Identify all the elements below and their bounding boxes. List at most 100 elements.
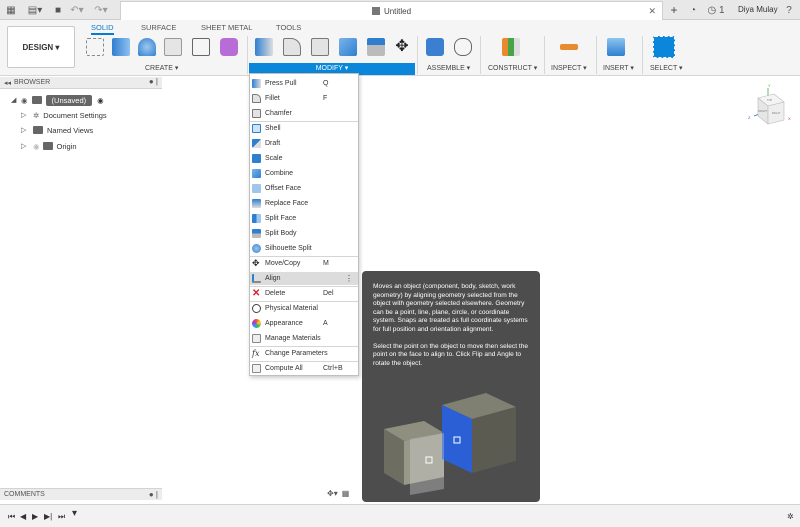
go-to-start-icon[interactable]: ⏮ bbox=[8, 512, 15, 522]
expand-triangle-icon[interactable]: ▷ bbox=[21, 126, 31, 134]
menu-item-scale[interactable]: Scale bbox=[250, 152, 358, 165]
user-name[interactable]: Diya Mulay bbox=[738, 5, 778, 14]
comments-panel-header[interactable]: COMMENTS ● | bbox=[0, 488, 162, 500]
group-create[interactable]: CREATE ▾ bbox=[145, 64, 178, 72]
tab-sheet-metal[interactable]: SHEET METAL bbox=[201, 23, 252, 32]
press-pull-icon[interactable] bbox=[255, 38, 273, 56]
new-tab-icon[interactable]: + bbox=[668, 3, 680, 17]
offset-plane-icon[interactable] bbox=[502, 38, 520, 56]
notifications-icon[interactable]: ◷ 1 bbox=[706, 3, 726, 17]
cube-front-label: FRONT bbox=[758, 109, 767, 113]
menu-item-change-parameters[interactable]: fx Change Parameters bbox=[250, 347, 358, 360]
menu-item-delete[interactable]: ✕ Delete Del bbox=[250, 287, 358, 300]
browser-item-origin[interactable]: ▷ ◉ Origin bbox=[21, 140, 77, 152]
menu-item-manage-materials[interactable]: Manage Materials bbox=[250, 332, 358, 345]
split-body-icon[interactable] bbox=[367, 38, 385, 56]
axis-y-label: Y bbox=[768, 83, 771, 88]
expand-triangle-icon[interactable]: ▷ bbox=[21, 142, 31, 150]
chamfer-icon[interactable] bbox=[311, 38, 329, 56]
compute-all-icon bbox=[252, 364, 261, 373]
select-icon[interactable] bbox=[653, 36, 675, 58]
insert-image-icon[interactable] bbox=[607, 38, 625, 56]
visibility-eye-icon[interactable]: ◉ bbox=[21, 96, 28, 105]
step-back-icon[interactable]: ◀ bbox=[20, 512, 26, 521]
browser-item-named-views[interactable]: ▷ Named Views bbox=[21, 124, 93, 136]
file-menu-icon[interactable]: ▤▾ bbox=[28, 3, 42, 17]
document-tab[interactable]: Untitled ✕ bbox=[120, 1, 663, 20]
close-tab-icon[interactable]: ✕ bbox=[648, 6, 656, 17]
browser-header[interactable]: ◂◂ BROWSER ● | bbox=[0, 77, 162, 89]
offset-face-icon bbox=[252, 184, 261, 193]
job-status-icon[interactable]: ◔ bbox=[687, 3, 699, 17]
create-form-icon[interactable] bbox=[220, 38, 238, 56]
menu-item-silhouette-split[interactable]: Silhouette Split bbox=[250, 242, 358, 255]
tooltip-description: Moves an object (component, body, sketch… bbox=[373, 283, 528, 333]
silhouette-split-icon bbox=[252, 244, 261, 253]
timeline-settings-gear-icon[interactable]: ✲ bbox=[787, 512, 794, 521]
browser-item-label: Origin bbox=[56, 141, 77, 151]
browser-options-icon[interactable]: ● | bbox=[149, 77, 158, 86]
menu-item-replace-face[interactable]: Replace Face bbox=[250, 197, 358, 210]
help-icon[interactable]: ? bbox=[783, 3, 795, 17]
step-forward-icon[interactable]: ▶| bbox=[44, 512, 52, 521]
collapse-icon[interactable]: ◂◂ bbox=[4, 79, 11, 87]
go-to-end-icon[interactable]: ⏭ bbox=[58, 512, 65, 522]
revolve-icon[interactable] bbox=[138, 38, 156, 56]
play-icon[interactable]: ▶ bbox=[32, 512, 38, 521]
menu-item-draft[interactable]: Draft bbox=[250, 137, 358, 150]
timeline-marker-icon[interactable]: ▾ bbox=[72, 508, 77, 519]
workspace-switcher[interactable]: DESIGN ▾ bbox=[7, 26, 75, 68]
menu-item-split-face[interactable]: Split Face bbox=[250, 212, 358, 225]
cube-right-label: RIGHT bbox=[772, 111, 780, 115]
group-construct[interactable]: CONSTRUCT ▾ bbox=[488, 64, 537, 72]
tab-solid[interactable]: SOLID bbox=[91, 23, 114, 35]
browser-root[interactable]: ◢ ◉ (Unsaved) ◉ bbox=[11, 94, 104, 106]
combine-icon[interactable] bbox=[339, 38, 357, 56]
comments-options-icon[interactable]: ● | bbox=[149, 490, 158, 499]
more-options-icon[interactable]: ⋮ bbox=[345, 274, 353, 283]
browser-item-document-settings[interactable]: ▷ ✲ Document Settings bbox=[21, 109, 107, 121]
menu-item-split-body[interactable]: Split Body bbox=[250, 227, 358, 240]
joint-icon[interactable] bbox=[454, 38, 472, 56]
undo-icon[interactable]: ↶▾ bbox=[70, 3, 84, 17]
menu-item-shell[interactable]: Shell bbox=[250, 122, 358, 135]
visibility-eye-icon[interactable]: ◉ bbox=[33, 142, 40, 151]
fillet-icon[interactable] bbox=[283, 38, 301, 56]
menu-item-physical-material[interactable]: Physical Material bbox=[250, 302, 358, 315]
expand-triangle-icon[interactable]: ▷ bbox=[21, 111, 31, 119]
tab-tools[interactable]: TOOLS bbox=[276, 23, 301, 32]
orbit-icon[interactable]: ✥▾ bbox=[327, 489, 338, 498]
save-icon[interactable]: ■ bbox=[52, 3, 64, 17]
view-options-icon[interactable]: ▦ bbox=[342, 489, 350, 498]
menu-item-compute-all[interactable]: Compute All Ctrl+B bbox=[250, 362, 358, 375]
menu-item-move-copy[interactable]: ✥ Move/Copy M bbox=[250, 257, 358, 270]
navigation-bar: ✥▾ ▦ bbox=[327, 487, 360, 499]
group-select[interactable]: SELECT ▾ bbox=[650, 64, 683, 72]
hole-icon[interactable] bbox=[164, 38, 182, 56]
menu-item-combine[interactable]: Combine bbox=[250, 167, 358, 180]
menu-item-fillet[interactable]: Fillet F bbox=[250, 92, 358, 105]
move-icon[interactable]: ✥ bbox=[393, 38, 411, 56]
menu-item-offset-face[interactable]: Offset Face bbox=[250, 182, 358, 195]
measure-icon[interactable] bbox=[560, 44, 578, 50]
menu-item-align[interactable]: Align ⋮ bbox=[250, 272, 358, 285]
group-insert[interactable]: INSERT ▾ bbox=[603, 64, 634, 72]
browser-item-label: Named Views bbox=[47, 125, 94, 135]
split-face-icon bbox=[252, 214, 261, 223]
modify-dropdown-menu: Press Pull Q Fillet F Chamfer Shell Draf… bbox=[249, 73, 359, 376]
extrude-icon[interactable] bbox=[112, 38, 130, 56]
create-sketch-icon[interactable] bbox=[86, 38, 104, 56]
redo-icon[interactable]: ↷▾ bbox=[94, 3, 108, 17]
menu-item-press-pull[interactable]: Press Pull Q bbox=[250, 77, 358, 90]
view-cube[interactable]: Y Z X TOP FRONT RIGHT bbox=[744, 80, 794, 130]
group-assemble[interactable]: ASSEMBLE ▾ bbox=[427, 64, 470, 72]
tab-surface[interactable]: SURFACE bbox=[141, 23, 176, 32]
pattern-icon[interactable] bbox=[192, 38, 210, 56]
app-grid-icon[interactable]: ▦ bbox=[4, 3, 18, 17]
menu-item-appearance[interactable]: Appearance A bbox=[250, 317, 358, 330]
menu-item-chamfer[interactable]: Chamfer bbox=[250, 107, 358, 120]
new-component-icon[interactable] bbox=[426, 38, 444, 56]
expand-triangle-icon[interactable]: ◢ bbox=[11, 96, 21, 104]
group-inspect[interactable]: INSPECT ▾ bbox=[551, 64, 587, 72]
activate-radio-icon[interactable]: ◉ bbox=[97, 96, 104, 105]
